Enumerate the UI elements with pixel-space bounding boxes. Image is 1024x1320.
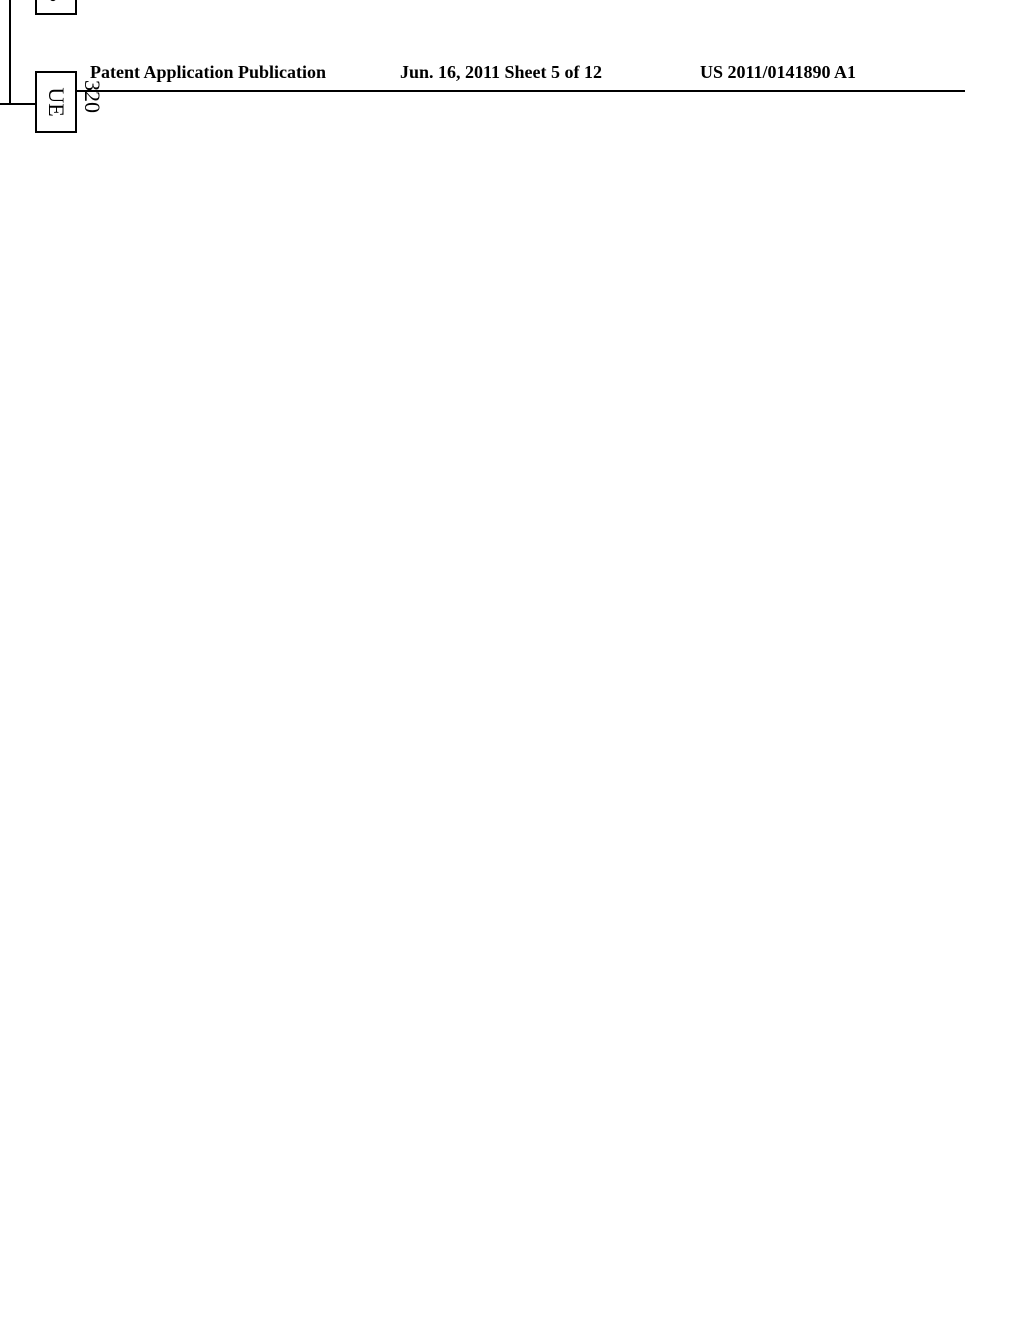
actor-num-ue: 320 — [79, 80, 105, 113]
header-right: US 2011/0141890 A1 — [700, 62, 856, 83]
msg-502 — [9, 0, 11, 103]
header-left: Patent Application Publication — [90, 62, 326, 83]
sequence-diagram: 320 UE 310 eNB 332 MME 334 SGW/PGW 336 P… — [0, 0, 95, 155]
actor-ue: UE — [35, 71, 77, 133]
page-header: Patent Application Publication Jun. 16, … — [0, 62, 1024, 92]
ref-502: 502 — [0, 102, 3, 135]
lifeline-ue — [0, 103, 37, 105]
actor-enb: eNB — [35, 0, 77, 15]
header-center: Jun. 16, 2011 Sheet 5 of 12 — [400, 62, 602, 83]
